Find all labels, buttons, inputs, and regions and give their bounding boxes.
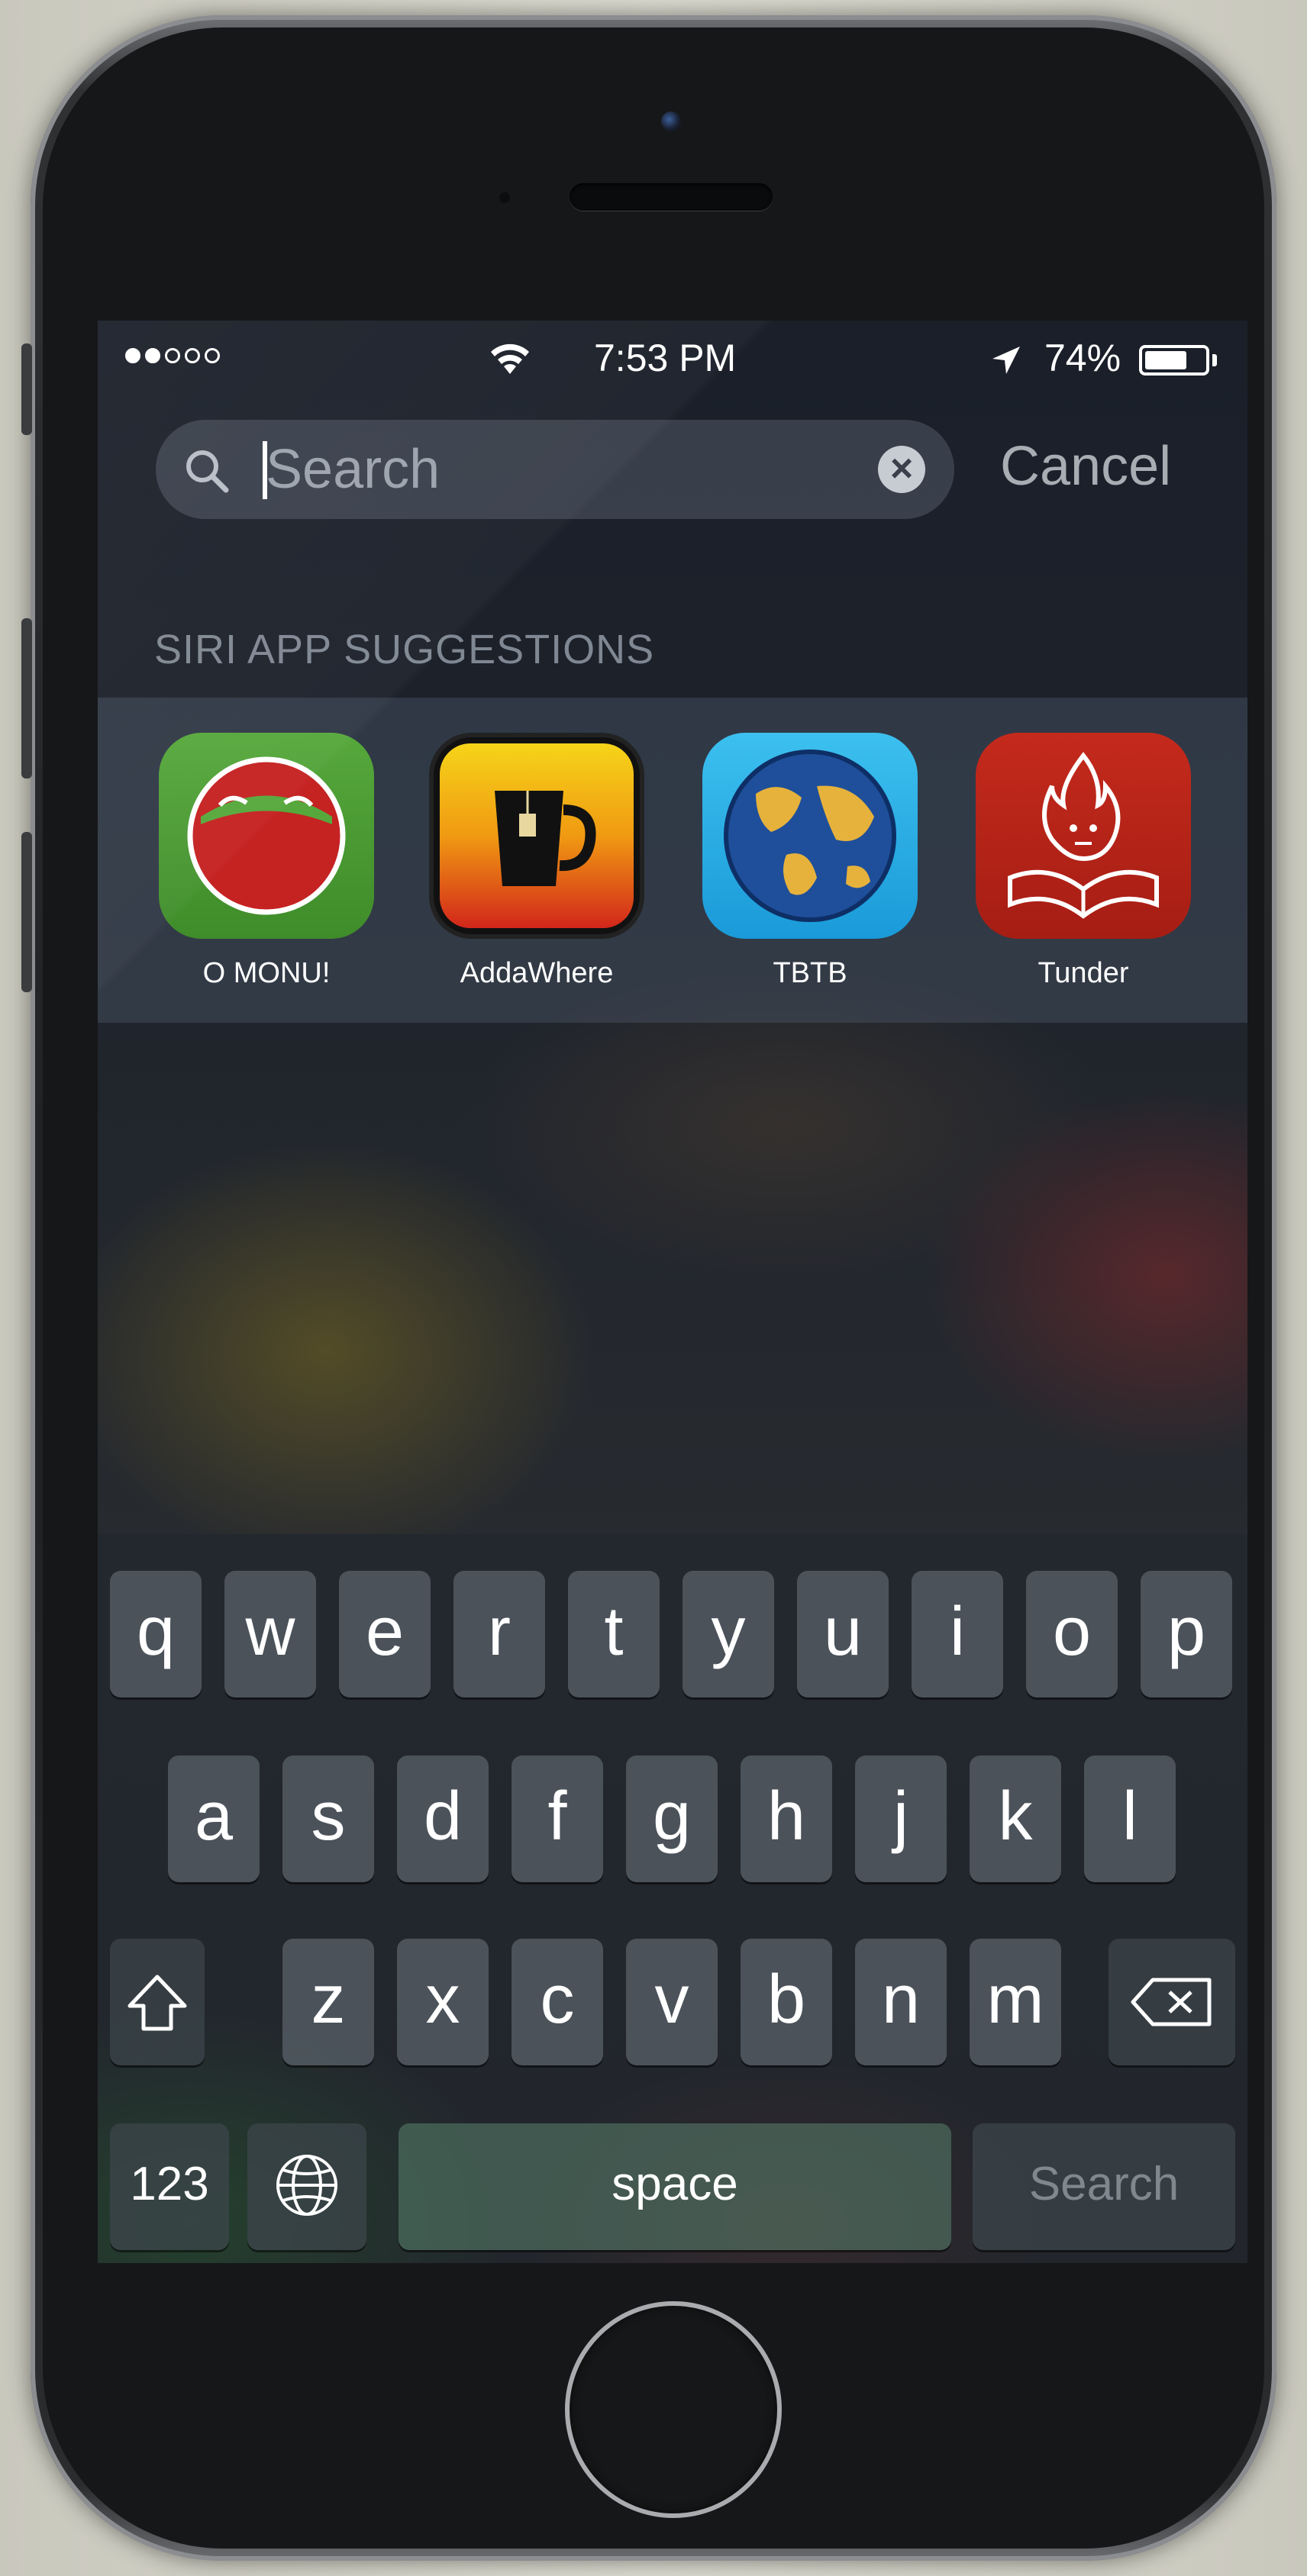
key-u[interactable]: u [797, 1571, 889, 1697]
key-p[interactable]: p [1141, 1571, 1232, 1697]
search-input[interactable]: Search [266, 438, 440, 501]
battery-tip [1212, 354, 1217, 366]
screen: 7:53 PM 74% Search × Cancel SIRI APP SUG… [98, 321, 1247, 2263]
search-key[interactable]: Search [973, 2123, 1235, 2250]
key-d[interactable]: d [397, 1755, 489, 1882]
key-b[interactable]: b [741, 1939, 832, 2065]
battery-percent: 74% [1044, 337, 1121, 379]
front-camera [661, 111, 681, 131]
key-j[interactable]: j [855, 1755, 947, 1882]
key-i[interactable]: i [912, 1571, 1003, 1697]
key-r[interactable]: r [453, 1571, 545, 1697]
earpiece-speaker [570, 183, 773, 211]
battery-icon [1139, 345, 1209, 376]
signal-strength-icon [125, 348, 220, 363]
proximity-sensor [499, 192, 510, 203]
key-g[interactable]: g [626, 1755, 718, 1882]
key-o[interactable]: o [1026, 1571, 1118, 1697]
key-x[interactable]: x [397, 1939, 489, 2065]
key-s[interactable]: s [282, 1755, 374, 1882]
shift-icon [127, 1975, 187, 2031]
app-label: TBTB [773, 957, 847, 989]
globe-key[interactable] [247, 2123, 366, 2250]
key-h[interactable]: h [741, 1755, 832, 1882]
status-time: 7:53 PM [594, 337, 737, 379]
key-w[interactable]: w [224, 1571, 316, 1697]
app-suggestions-panel: O MONU! AddaWhere TBTB Tunder [98, 698, 1247, 1023]
volume-down-button [21, 832, 32, 992]
key-t[interactable]: t [568, 1571, 660, 1697]
search-icon [186, 450, 229, 493]
app-label: O MONU! [202, 957, 331, 989]
text-cursor [263, 441, 267, 499]
volume-up-button [21, 618, 32, 779]
shift-key[interactable] [110, 1939, 205, 2065]
tea-cup-icon[interactable] [429, 733, 644, 939]
green-laughing-face-icon[interactable] [159, 733, 374, 939]
section-title: SIRI APP SUGGESTIONS [154, 627, 655, 672]
key-f[interactable]: f [512, 1755, 603, 1882]
key-q[interactable]: q [110, 1571, 202, 1697]
wifi-icon [491, 343, 529, 374]
delete-key[interactable] [1109, 1939, 1235, 2065]
key-y[interactable]: y [683, 1571, 774, 1697]
cancel-button[interactable]: Cancel [1000, 435, 1171, 498]
search-field[interactable]: Search × [156, 420, 954, 519]
key-v[interactable]: v [626, 1939, 718, 2065]
location-arrow-icon [992, 347, 1020, 374]
mute-switch [21, 343, 32, 435]
app-label: AddaWhere [460, 957, 614, 989]
key-z[interactable]: z [282, 1939, 374, 2065]
globe-icon[interactable] [702, 733, 918, 939]
flame-book-reader-icon[interactable] [976, 733, 1191, 939]
key-m[interactable]: m [970, 1939, 1061, 2065]
key-l[interactable]: l [1084, 1755, 1176, 1882]
status-bar: 7:53 PM 74% [98, 321, 1247, 397]
numbers-key[interactable]: 123 [110, 2123, 229, 2250]
key-n[interactable]: n [855, 1939, 947, 2065]
key-a[interactable]: a [168, 1755, 260, 1882]
space-key[interactable]: space [399, 2123, 951, 2250]
key-e[interactable]: e [339, 1571, 431, 1697]
battery-level [1145, 351, 1187, 369]
home-button[interactable] [565, 2301, 782, 2518]
backspace-icon [1131, 1978, 1212, 2026]
key-k[interactable]: k [970, 1755, 1061, 1882]
app-label: Tunder [1038, 957, 1129, 989]
key-c[interactable]: c [512, 1939, 603, 2065]
globe-keyboard-icon [276, 2155, 337, 2216]
clear-icon[interactable]: × [878, 446, 925, 493]
keyboard: q w e r t y u i o p a s d f g h j k l z … [98, 1534, 1247, 2263]
